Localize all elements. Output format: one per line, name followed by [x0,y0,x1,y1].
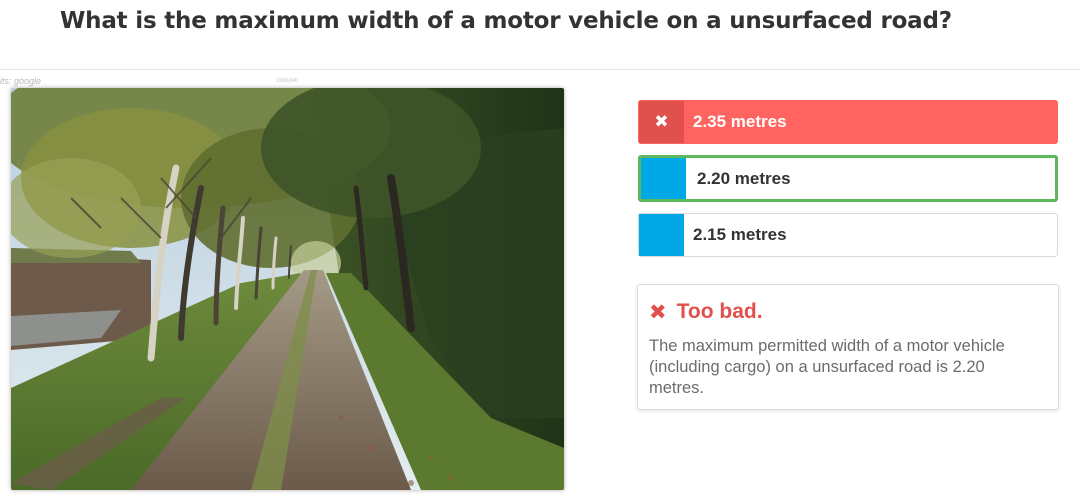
x-icon: ✖ [654,112,669,132]
feedback-panel: ✖ Too bad. The maximum permitted width o… [637,284,1059,410]
feedback-title: Too bad. [676,300,763,323]
answer-option-1-label: 2.35 metres [693,112,787,131]
feedback-explanation: The maximum permitted width of a motor v… [649,337,1005,397]
header-divider [0,69,1081,70]
answer-option-3-label: 2.15 metres [693,225,787,244]
answer-option-3-marker [639,214,684,256]
answer-option-1-marker: ✖ [639,101,684,143]
answer-option-1[interactable]: ✖ 2.35 metres [638,100,1058,144]
answer-option-2-marker [641,158,686,199]
image-watermark: 1966x340 [276,78,298,84]
answer-option-2-label: 2.20 metres [697,168,791,188]
answer-option-3[interactable]: 2.15 metres [638,213,1058,257]
x-icon: ✖ [649,300,667,324]
image-credit: its: google [0,76,42,86]
answer-option-2[interactable]: 2.20 metres [638,155,1058,202]
question-title: What is the maximum width of a motor veh… [60,8,952,34]
question-photo [11,88,564,490]
feedback-heading: ✖ Too bad. [649,297,1044,327]
